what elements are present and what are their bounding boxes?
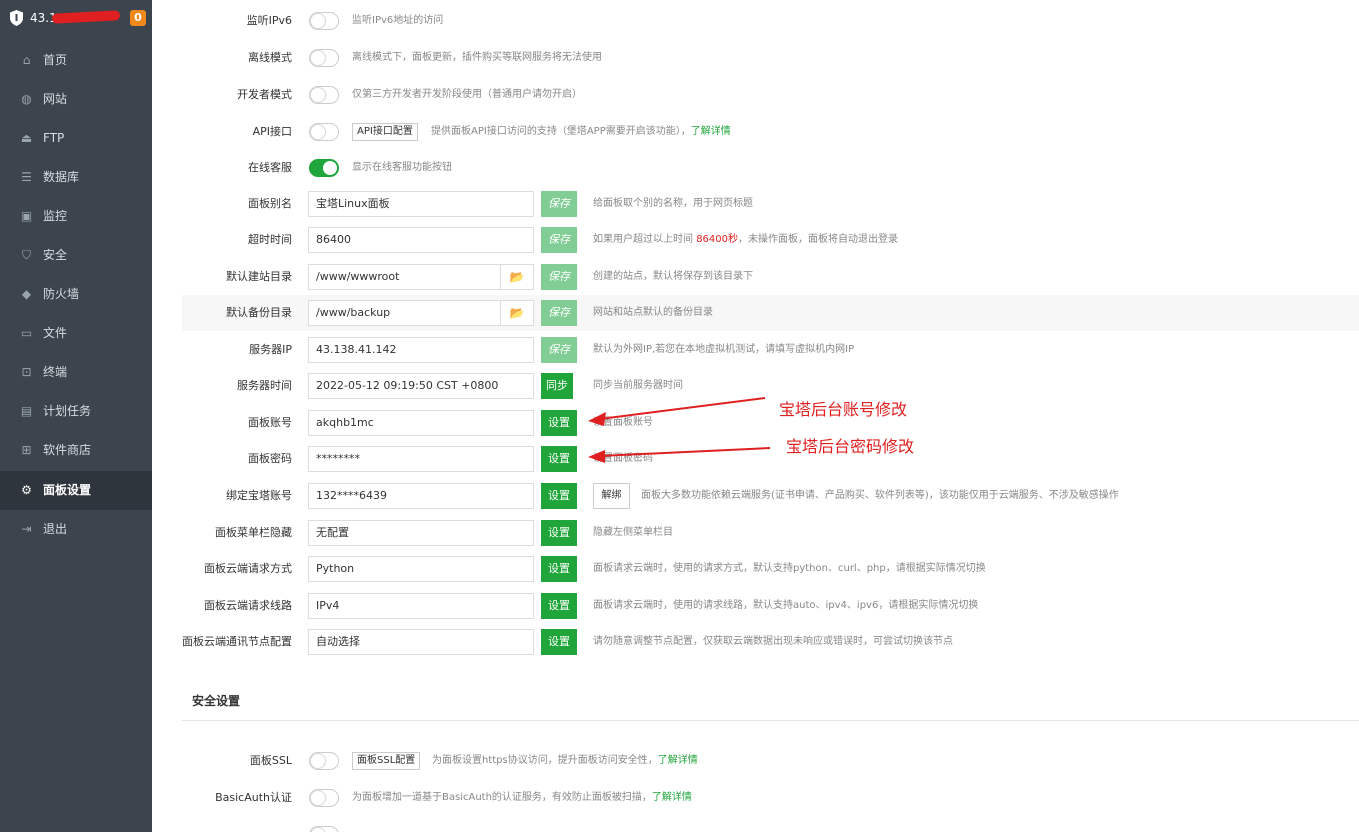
arrow-to-password <box>588 447 771 463</box>
arrow-to-account <box>588 397 766 426</box>
annotation-arrows <box>588 397 771 463</box>
annotation-account: 宝塔后台账号修改 <box>779 400 908 419</box>
annotation-password: 宝塔后台密码修改 <box>786 437 915 456</box>
